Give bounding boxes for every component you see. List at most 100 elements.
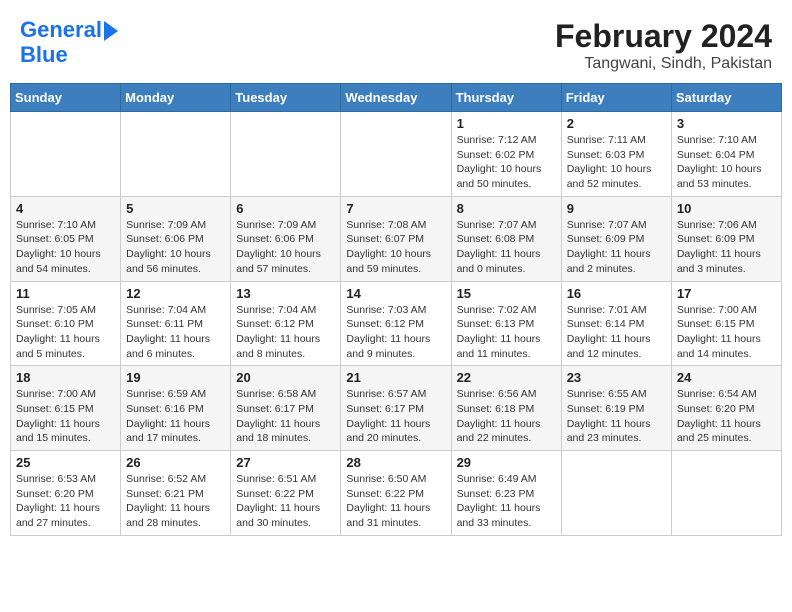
- day-info: Sunrise: 7:07 AMSunset: 6:09 PMDaylight:…: [567, 218, 666, 277]
- day-number: 7: [346, 201, 445, 216]
- day-info: Sunrise: 6:57 AMSunset: 6:17 PMDaylight:…: [346, 387, 445, 446]
- day-number: 21: [346, 370, 445, 385]
- calendar-cell: [341, 112, 451, 197]
- day-number: 3: [677, 116, 776, 131]
- logo-text: General: [20, 18, 102, 42]
- calendar-week-row: 25 Sunrise: 6:53 AMSunset: 6:20 PMDayligh…: [11, 451, 782, 536]
- day-number: 25: [16, 455, 115, 470]
- calendar-cell: 23 Sunrise: 6:55 AMSunset: 6:19 PMDayligh…: [561, 366, 671, 451]
- day-info: Sunrise: 6:54 AMSunset: 6:20 PMDaylight:…: [677, 387, 776, 446]
- calendar-day-header: Tuesday: [231, 84, 341, 112]
- calendar-cell: [121, 112, 231, 197]
- day-number: 22: [457, 370, 556, 385]
- day-info: Sunrise: 7:11 AMSunset: 6:03 PMDaylight:…: [567, 133, 666, 192]
- calendar-cell: [231, 112, 341, 197]
- day-number: 27: [236, 455, 335, 470]
- day-info: Sunrise: 7:04 AMSunset: 6:12 PMDaylight:…: [236, 303, 335, 362]
- day-info: Sunrise: 7:08 AMSunset: 6:07 PMDaylight:…: [346, 218, 445, 277]
- day-info: Sunrise: 6:56 AMSunset: 6:18 PMDaylight:…: [457, 387, 556, 446]
- calendar-cell: 27Sunrise: 6:51 AMSunset: 6:22 PMDayligh…: [231, 451, 341, 536]
- day-info: Sunrise: 7:10 AMSunset: 6:04 PMDaylight:…: [677, 133, 776, 192]
- calendar-cell: 4 Sunrise: 7:10 AMSunset: 6:05 PMDaylight…: [11, 196, 121, 281]
- calendar-cell: 3 Sunrise: 7:10 AMSunset: 6:04 PMDaylight…: [671, 112, 781, 197]
- day-number: 8: [457, 201, 556, 216]
- day-number: 23: [567, 370, 666, 385]
- calendar-table: SundayMondayTuesdayWednesdayThursdayFrid…: [10, 83, 782, 536]
- day-info: Sunrise: 6:52 AMSunset: 6:21 PMDaylight:…: [126, 472, 225, 531]
- calendar-cell: 19 Sunrise: 6:59 AMSunset: 6:16 PMDayligh…: [121, 366, 231, 451]
- day-number: 26: [126, 455, 225, 470]
- day-number: 18: [16, 370, 115, 385]
- header-row: SundayMondayTuesdayWednesdayThursdayFrid…: [11, 84, 782, 112]
- day-number: 6: [236, 201, 335, 216]
- calendar-cell: 26 Sunrise: 6:52 AMSunset: 6:21 PMDayligh…: [121, 451, 231, 536]
- calendar-cell: 5 Sunrise: 7:09 AMSunset: 6:06 PMDaylight…: [121, 196, 231, 281]
- calendar-cell: 18Sunrise: 7:00 AMSunset: 6:15 PMDayligh…: [11, 366, 121, 451]
- day-info: Sunrise: 6:59 AMSunset: 6:16 PMDaylight:…: [126, 387, 225, 446]
- calendar-cell: 2Sunrise: 7:11 AMSunset: 6:03 PMDaylight…: [561, 112, 671, 197]
- day-info: Sunrise: 7:06 AMSunset: 6:09 PMDaylight:…: [677, 218, 776, 277]
- calendar-week-row: 11 Sunrise: 7:05 AMSunset: 6:10 PMDayligh…: [11, 281, 782, 366]
- day-info: Sunrise: 7:01 AMSunset: 6:14 PMDaylight:…: [567, 303, 666, 362]
- day-info: Sunrise: 6:58 AMSunset: 6:17 PMDaylight:…: [236, 387, 335, 446]
- day-info: Sunrise: 7:00 AMSunset: 6:15 PMDaylight:…: [677, 303, 776, 362]
- day-info: Sunrise: 7:09 AMSunset: 6:06 PMDaylight:…: [236, 218, 335, 277]
- calendar-cell: 10 Sunrise: 7:06 AMSunset: 6:09 PMDayligh…: [671, 196, 781, 281]
- day-number: 11: [16, 286, 115, 301]
- day-info: Sunrise: 7:02 AMSunset: 6:13 PMDaylight:…: [457, 303, 556, 362]
- calendar-cell: [671, 451, 781, 536]
- calendar-cell: 6 Sunrise: 7:09 AMSunset: 6:06 PMDaylight…: [231, 196, 341, 281]
- calendar-cell: 16Sunrise: 7:01 AMSunset: 6:14 PMDayligh…: [561, 281, 671, 366]
- day-number: 17: [677, 286, 776, 301]
- calendar-cell: 15Sunrise: 7:02 AMSunset: 6:13 PMDayligh…: [451, 281, 561, 366]
- day-number: 4: [16, 201, 115, 216]
- page-title: February 2024: [555, 18, 772, 55]
- day-info: Sunrise: 7:10 AMSunset: 6:05 PMDaylight:…: [16, 218, 115, 277]
- calendar-header: SundayMondayTuesdayWednesdayThursdayFrid…: [11, 84, 782, 112]
- calendar-cell: [11, 112, 121, 197]
- day-info: Sunrise: 6:53 AMSunset: 6:20 PMDaylight:…: [16, 472, 115, 531]
- day-info: Sunrise: 7:09 AMSunset: 6:06 PMDaylight:…: [126, 218, 225, 277]
- day-info: Sunrise: 7:04 AMSunset: 6:11 PMDaylight:…: [126, 303, 225, 362]
- calendar-day-header: Friday: [561, 84, 671, 112]
- calendar-week-row: 4 Sunrise: 7:10 AMSunset: 6:05 PMDaylight…: [11, 196, 782, 281]
- calendar-day-header: Thursday: [451, 84, 561, 112]
- day-number: 20: [236, 370, 335, 385]
- day-number: 28: [346, 455, 445, 470]
- calendar-cell: 25 Sunrise: 6:53 AMSunset: 6:20 PMDayligh…: [11, 451, 121, 536]
- calendar-cell: 1Sunrise: 7:12 AMSunset: 6:02 PMDaylight…: [451, 112, 561, 197]
- day-number: 5: [126, 201, 225, 216]
- day-number: 14: [346, 286, 445, 301]
- calendar-cell: 8 Sunrise: 7:07 AMSunset: 6:08 PMDaylight…: [451, 196, 561, 281]
- calendar-cell: 13Sunrise: 7:04 AMSunset: 6:12 PMDayligh…: [231, 281, 341, 366]
- calendar-week-row: 1Sunrise: 7:12 AMSunset: 6:02 PMDaylight…: [11, 112, 782, 197]
- day-number: 19: [126, 370, 225, 385]
- title-block: February 2024 Tangwani, Sindh, Pakistan: [555, 18, 772, 73]
- day-number: 12: [126, 286, 225, 301]
- day-info: Sunrise: 6:49 AMSunset: 6:23 PMDaylight:…: [457, 472, 556, 531]
- day-info: Sunrise: 7:07 AMSunset: 6:08 PMDaylight:…: [457, 218, 556, 277]
- logo: General Blue: [20, 18, 118, 68]
- calendar-cell: 14Sunrise: 7:03 AMSunset: 6:12 PMDayligh…: [341, 281, 451, 366]
- calendar-week-row: 18Sunrise: 7:00 AMSunset: 6:15 PMDayligh…: [11, 366, 782, 451]
- day-number: 24: [677, 370, 776, 385]
- calendar-day-header: Monday: [121, 84, 231, 112]
- page-subtitle: Tangwani, Sindh, Pakistan: [555, 55, 772, 73]
- calendar-cell: 22 Sunrise: 6:56 AMSunset: 6:18 PMDayligh…: [451, 366, 561, 451]
- calendar-cell: 11 Sunrise: 7:05 AMSunset: 6:10 PMDayligh…: [11, 281, 121, 366]
- page-header: General Blue February 2024 Tangwani, Sin…: [10, 10, 782, 77]
- calendar-cell: 29 Sunrise: 6:49 AMSunset: 6:23 PMDayligh…: [451, 451, 561, 536]
- calendar-day-header: Saturday: [671, 84, 781, 112]
- day-info: Sunrise: 7:05 AMSunset: 6:10 PMDaylight:…: [16, 303, 115, 362]
- calendar-day-header: Wednesday: [341, 84, 451, 112]
- calendar-cell: 24 Sunrise: 6:54 AMSunset: 6:20 PMDayligh…: [671, 366, 781, 451]
- calendar-cell: [561, 451, 671, 536]
- day-info: Sunrise: 6:50 AMSunset: 6:22 PMDaylight:…: [346, 472, 445, 531]
- calendar-body: 1Sunrise: 7:12 AMSunset: 6:02 PMDaylight…: [11, 112, 782, 536]
- day-number: 29: [457, 455, 556, 470]
- calendar-cell: 20 Sunrise: 6:58 AMSunset: 6:17 PMDayligh…: [231, 366, 341, 451]
- day-info: Sunrise: 7:12 AMSunset: 6:02 PMDaylight:…: [457, 133, 556, 192]
- day-info: Sunrise: 6:55 AMSunset: 6:19 PMDaylight:…: [567, 387, 666, 446]
- day-number: 9: [567, 201, 666, 216]
- day-number: 10: [677, 201, 776, 216]
